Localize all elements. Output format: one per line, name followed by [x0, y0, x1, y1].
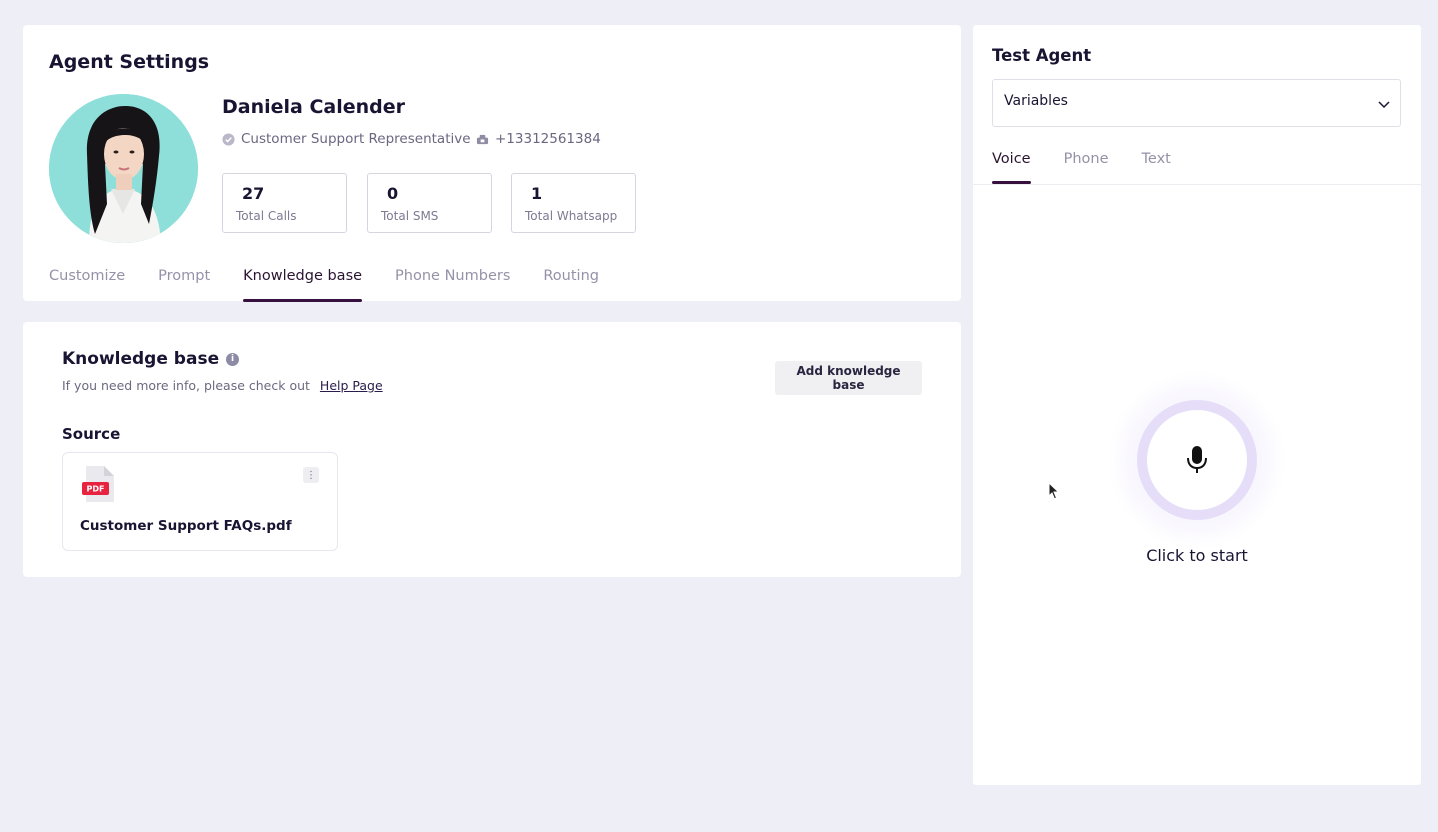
help-page-link[interactable]: Help Page — [320, 378, 383, 393]
knowledge-base-title: Knowledge base — [62, 349, 220, 369]
agent-role: Customer Support Representative — [241, 131, 471, 147]
stat-label: Total Whatsapp — [525, 209, 618, 223]
test-agent-panel: Test Agent Variables Voice Phone Text Cl… — [973, 25, 1421, 785]
tab-text[interactable]: Text — [1142, 151, 1171, 184]
tab-phone[interactable]: Phone — [1064, 151, 1109, 184]
info-icon[interactable]: i — [226, 352, 240, 366]
stat-label: Total SMS — [381, 209, 439, 223]
stat-value: 27 — [242, 184, 265, 203]
mouse-cursor-icon — [1048, 482, 1060, 500]
chevron-down-icon — [1378, 101, 1390, 109]
variables-dropdown[interactable]: Variables — [992, 79, 1401, 127]
stat-value: 1 — [531, 184, 543, 203]
tab-routing[interactable]: Routing — [543, 268, 599, 301]
knowledge-base-card: Knowledge base i If you need more info, … — [23, 322, 961, 577]
tab-knowledge-base[interactable]: Knowledge base — [243, 268, 362, 302]
phone-device-icon — [476, 134, 489, 144]
stat-label: Total Calls — [236, 209, 297, 223]
microphone-icon — [1187, 446, 1207, 473]
pdf-file-icon: PDF — [82, 466, 114, 502]
avatar — [49, 94, 198, 243]
start-voice-button[interactable] — [1137, 400, 1257, 520]
pdf-badge-text: PDF — [87, 485, 105, 494]
role-info: Customer Support Representative — [222, 131, 471, 147]
source-label: Source — [62, 425, 121, 443]
stat-value: 0 — [387, 184, 399, 203]
test-tabs: Voice Phone Text — [992, 151, 1204, 184]
variables-label: Variables — [1004, 93, 1068, 109]
settings-tabs: Customize Prompt Knowledge base Phone Nu… — [49, 268, 632, 302]
more-options-icon[interactable]: ⋮ — [303, 467, 319, 483]
stat-total-sms: 0 Total SMS — [367, 173, 492, 233]
file-card[interactable]: PDF ⋮ Customer Support FAQs.pdf — [62, 452, 338, 551]
phone-info: +13312561384 — [476, 131, 601, 147]
click-to-start-label: Click to start — [1146, 546, 1248, 565]
agent-settings-card: Agent Settings Daniela Calender Customer… — [23, 25, 961, 302]
tab-prompt[interactable]: Prompt — [158, 268, 210, 301]
agent-phone: +13312561384 — [495, 131, 601, 147]
subtitle-text: If you need more info, please check out — [62, 378, 310, 393]
page-title: Agent Settings — [49, 51, 210, 73]
knowledge-base-subtitle: If you need more info, please check out … — [62, 378, 383, 393]
agent-name: Daniela Calender — [222, 96, 406, 118]
file-name: Customer Support FAQs.pdf — [80, 518, 292, 534]
stat-total-calls: 27 Total Calls — [222, 173, 347, 233]
tab-voice[interactable]: Voice — [992, 151, 1031, 184]
stat-total-whatsapp: 1 Total Whatsapp — [511, 173, 636, 233]
mic-button-inner — [1147, 410, 1247, 510]
tab-customize[interactable]: Customize — [49, 268, 125, 301]
verified-badge-icon — [222, 132, 235, 146]
test-agent-title: Test Agent — [992, 46, 1092, 65]
knowledge-base-heading: Knowledge base i — [62, 349, 240, 369]
tabs-divider — [973, 184, 1421, 185]
tab-phone-numbers[interactable]: Phone Numbers — [395, 268, 510, 301]
add-knowledge-base-button[interactable]: Add knowledge base — [775, 361, 922, 395]
